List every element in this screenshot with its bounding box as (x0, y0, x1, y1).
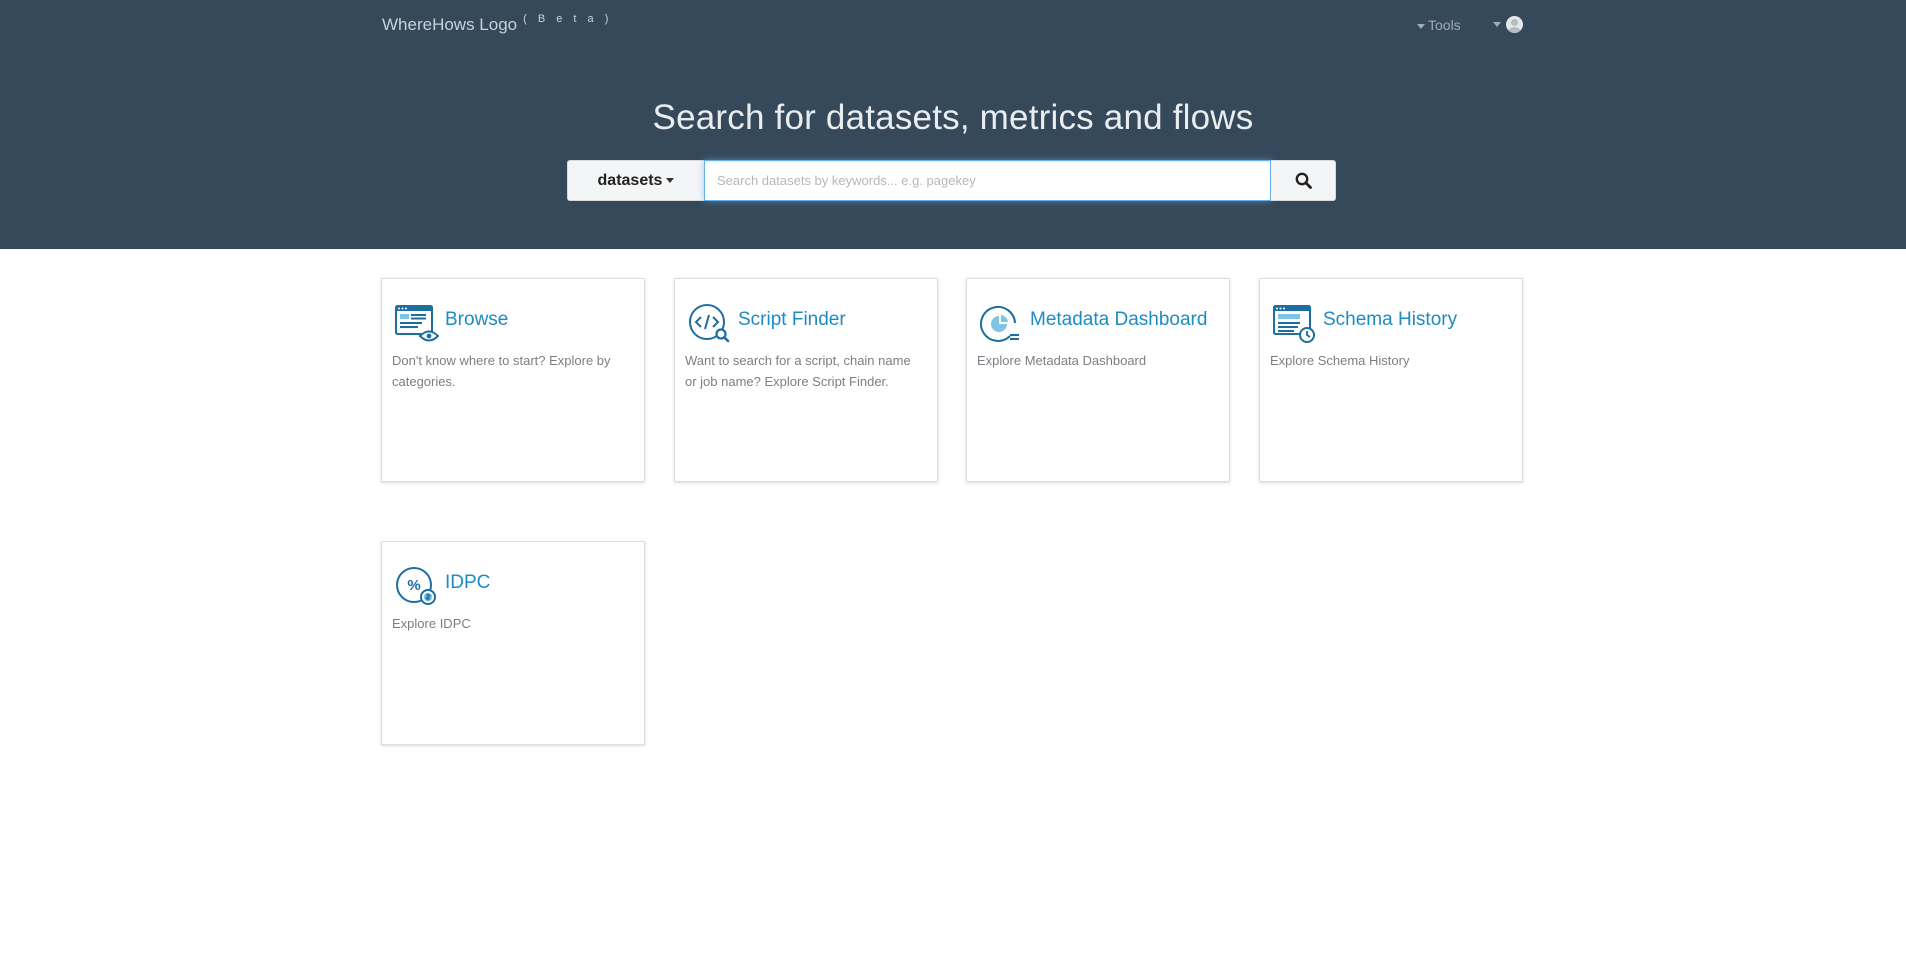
caret-down-icon (666, 178, 675, 183)
card-metadata-dashboard[interactable]: Metadata Dashboard Explore Metadata Dash… (966, 278, 1230, 482)
page-title: Search for datasets, metrics and flows (652, 98, 1254, 137)
brand-logo[interactable]: WhereHows Logo ( B e t a ) (382, 13, 613, 35)
avatar (1506, 16, 1523, 33)
brand-name[interactable]: WhereHows Logo (382, 15, 517, 34)
category-label: datasets (597, 171, 663, 189)
search-bar: datasets (567, 160, 1336, 201)
card-title[interactable]: Script Finder (738, 309, 846, 331)
card-description: Want to search for a script, chain name … (685, 353, 911, 389)
idpc-icon: % (396, 567, 436, 605)
category-dropdown[interactable]: datasets (567, 160, 704, 201)
card-title[interactable]: Schema History (1323, 309, 1457, 331)
caret-down-icon (1417, 23, 1425, 29)
card-title[interactable]: Metadata Dashboard (1030, 309, 1207, 331)
card-title[interactable]: Browse (445, 309, 508, 331)
search-input[interactable] (704, 160, 1271, 201)
browse-icon (395, 305, 439, 342)
svg-text:%: % (407, 577, 420, 594)
card-description: Explore IDPC (392, 616, 471, 631)
card-browse[interactable]: Browse Don't know where to start? Explor… (381, 278, 645, 482)
card-idpc[interactable]: % IDPC Explore IDPC (381, 541, 645, 745)
caret-down-icon (1493, 22, 1501, 27)
hero-banner: WhereHows Logo ( B e t a ) Tools Search f… (0, 0, 1906, 249)
user-menu[interactable] (1493, 16, 1523, 33)
search-button[interactable] (1271, 160, 1336, 201)
card-description: Explore Schema History (1270, 353, 1410, 368)
search-icon (1295, 172, 1312, 189)
beta-label: ( B e t a ) (523, 13, 613, 25)
card-description: Explore Metadata Dashboard (977, 353, 1147, 368)
schema-history-icon (1273, 305, 1315, 343)
tools-label: Tools (1428, 17, 1461, 33)
card-script-finder[interactable]: Script Finder Want to search for a scrip… (674, 278, 938, 482)
card-title[interactable]: IDPC (445, 572, 490, 594)
metadata-dashboard-icon (980, 306, 1019, 342)
card-description: Don't know where to start? Explore by ca… (392, 353, 611, 389)
script-finder-icon (689, 304, 730, 343)
card-schema-history[interactable]: Schema History Explore Schema History (1259, 278, 1523, 482)
tools-menu[interactable]: Tools (1417, 17, 1461, 33)
